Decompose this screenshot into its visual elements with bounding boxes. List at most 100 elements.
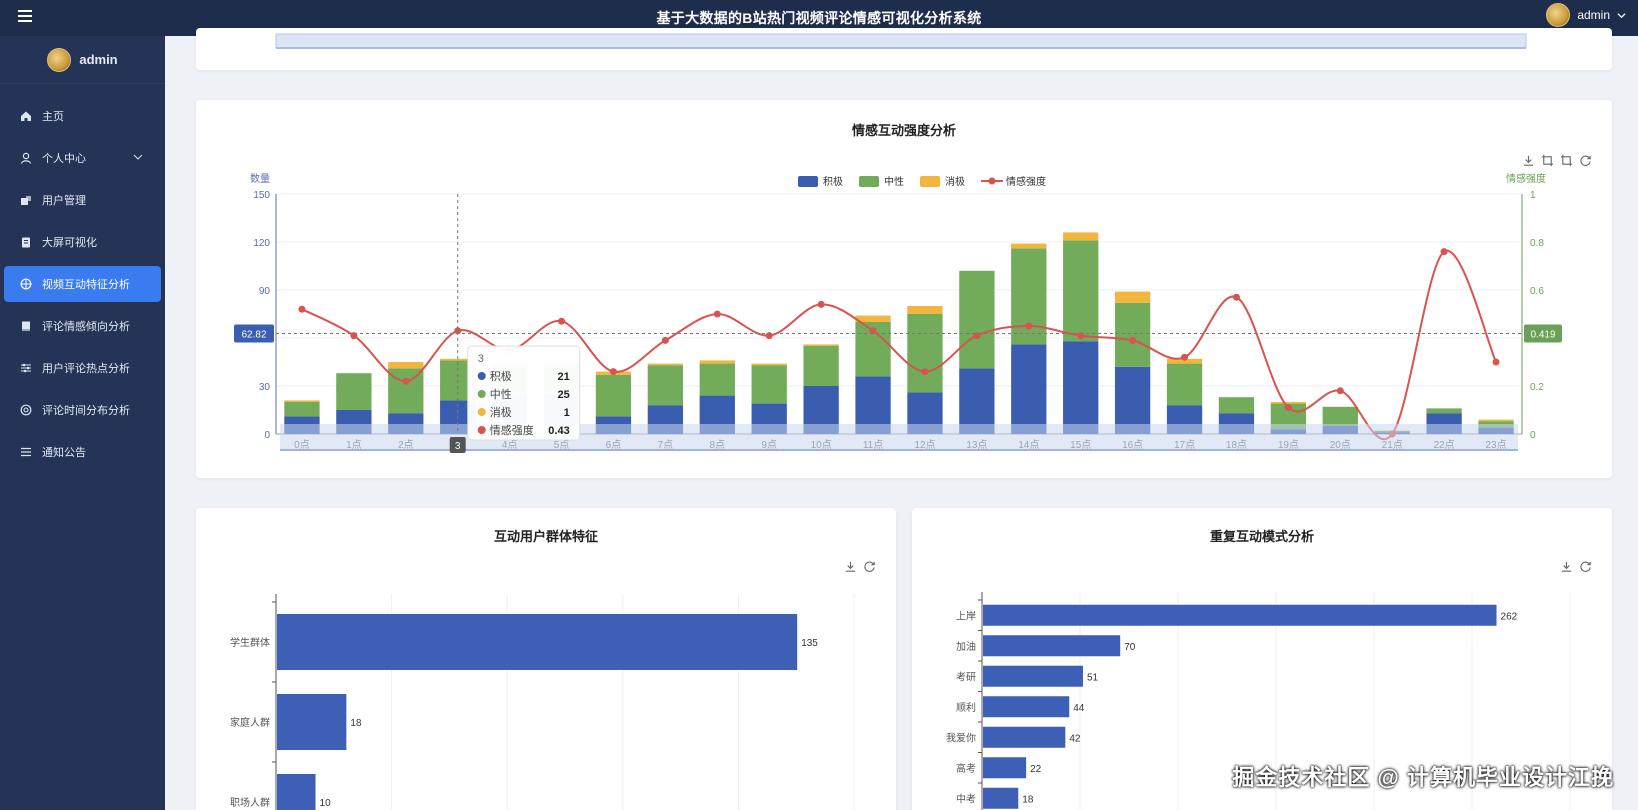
value-label: 70 — [1124, 642, 1136, 653]
tooltip-series-name: 中性 — [490, 387, 512, 401]
home-icon — [20, 110, 32, 122]
intensity-point — [1440, 248, 1448, 256]
tooltip-series-value: 1 — [564, 407, 570, 419]
bar-neutral — [959, 270, 995, 369]
sidebar: admin 主页个人中心用户管理大屏可视化视频互动特征分析评论情感倾向分析用户评… — [0, 36, 165, 810]
intensity-point — [1129, 336, 1137, 344]
category-label: 高考 — [956, 762, 976, 775]
bar-neutral — [647, 365, 684, 406]
tooltip-series-name: 情感强度 — [490, 423, 534, 437]
sidebar-item-label: 评论时间分布分析 — [42, 405, 130, 417]
bar-negative — [1011, 243, 1047, 249]
legend-label: 消极 — [945, 175, 965, 188]
intensity-point — [1336, 387, 1344, 395]
bar-neutral — [1218, 397, 1255, 414]
bar-negative — [1063, 232, 1099, 241]
previous-chart-card — [196, 28, 1612, 70]
bar-neutral — [595, 374, 632, 417]
bar-negative — [751, 363, 787, 366]
category-label: 加油 — [956, 640, 976, 653]
y2-tick-label: 0.8 — [1530, 238, 1544, 249]
page-title: 基于大数据的B站热门视频评论情感可视化分析系统 — [656, 10, 982, 26]
user-name: admin — [1577, 8, 1610, 22]
sidebar-item-1[interactable]: 主页 — [4, 98, 161, 134]
sidebar-item-4[interactable]: 大屏可视化 — [4, 224, 161, 260]
avatar — [47, 47, 72, 72]
sidebar-item-6[interactable]: 评论情感倾向分析 — [4, 308, 161, 344]
y-tick-label: 0 — [264, 430, 270, 441]
bar-negative — [1114, 291, 1151, 303]
category-label: 上岸 — [956, 610, 976, 622]
sidebar-item-5[interactable]: 视频互动特征分析 — [4, 266, 161, 302]
bar — [277, 614, 798, 670]
emotion-interaction-chart[interactable]: 030609012015000.20.40.60.81数量情感强度积极中性消极情… — [196, 100, 1612, 478]
tooltip-series-value: 21 — [557, 371, 569, 383]
category-label: 职场人群 — [230, 796, 270, 809]
clipboard-icon — [20, 236, 32, 248]
target-icon — [20, 278, 32, 290]
sidebar-item-label: 用户管理 — [42, 195, 86, 207]
y-axis-title: 数量 — [250, 172, 270, 185]
intensity-point — [1181, 353, 1189, 361]
value-label: 10 — [320, 798, 332, 809]
y2-tick-label: 0 — [1530, 430, 1536, 441]
axis-pointer-x-label: 3 — [455, 441, 461, 452]
watermark: 掘金技术社区 @ 计算机毕业设计江挽 — [1232, 765, 1614, 790]
value-label: 51 — [1087, 672, 1099, 683]
y2-tick-label: 1 — [1530, 190, 1536, 201]
intensity-point — [558, 317, 566, 325]
sidebar-item-2[interactable]: 个人中心 — [4, 140, 161, 176]
sidebar-item-label: 大屏可视化 — [42, 237, 97, 249]
sidebar-item-label: 通知公告 — [42, 447, 86, 459]
previous-chart-datazoom — [275, 33, 1527, 49]
sidebar-item-7[interactable]: 用户评论热点分析 — [4, 350, 161, 386]
user-menu[interactable]: admin — [1546, 3, 1626, 27]
bar-neutral — [284, 402, 320, 417]
bar-negative — [388, 362, 424, 369]
legend-swatch-dot — [988, 177, 996, 185]
y2-tick-label: 0.6 — [1530, 286, 1544, 297]
bar-positive — [1063, 341, 1099, 434]
bar — [983, 604, 1497, 626]
sidebar-item-label: 视频互动特征分析 — [42, 279, 130, 291]
bar — [983, 757, 1027, 779]
sidebar-item-8[interactable]: 评论时间分布分析 — [4, 392, 161, 428]
value-label: 135 — [801, 638, 818, 649]
bar-neutral — [1166, 363, 1203, 406]
user-group-chart[interactable]: 学生群体 135 家庭人群 18 职场人群 10 — [196, 508, 896, 810]
axis-pointer-y-label: 62.82 — [241, 329, 266, 340]
bar-neutral — [751, 365, 787, 404]
sidebar-nav: 主页个人中心用户管理大屏可视化视频互动特征分析评论情感倾向分析用户评论热点分析评… — [0, 98, 165, 470]
bar-neutral — [907, 314, 943, 393]
legend-swatch — [798, 176, 818, 187]
bar-positive — [1114, 366, 1151, 434]
y2-tick-label: 0.2 — [1530, 382, 1544, 393]
bar-negative — [855, 315, 891, 322]
legend-swatch — [920, 176, 940, 187]
bar-neutral — [1114, 302, 1151, 367]
value-label: 44 — [1073, 703, 1085, 714]
tooltip-series-value: 0.43 — [548, 425, 569, 437]
sidebar-item-3[interactable]: 用户管理 — [4, 182, 161, 218]
sidebar-item-label: 用户评论热点分析 — [42, 363, 130, 375]
bar-neutral — [699, 363, 735, 396]
disc-icon — [20, 404, 32, 416]
bar-neutral — [1011, 248, 1047, 345]
legend-label: 中性 — [884, 175, 904, 188]
bar-negative — [1478, 419, 1514, 422]
bar-negative — [1270, 402, 1307, 404]
y-tick-label: 90 — [259, 286, 271, 297]
legend-label: 积极 — [823, 175, 843, 188]
intensity-point — [1492, 358, 1500, 366]
sidebar-user-name: admin — [79, 52, 118, 67]
sidebar-item-9[interactable]: 通知公告 — [4, 434, 161, 470]
category-label: 考研 — [956, 671, 976, 683]
intensity-point — [1232, 293, 1240, 301]
tooltip-marker — [477, 408, 486, 416]
tooltip-title: 3 — [478, 353, 484, 365]
legend-swatch — [859, 176, 879, 187]
bar — [983, 665, 1083, 687]
y-tick-label: 30 — [259, 382, 271, 393]
tooltip-series-name: 积极 — [490, 369, 512, 383]
y2-axis-title: 情感强度 — [1506, 172, 1546, 185]
